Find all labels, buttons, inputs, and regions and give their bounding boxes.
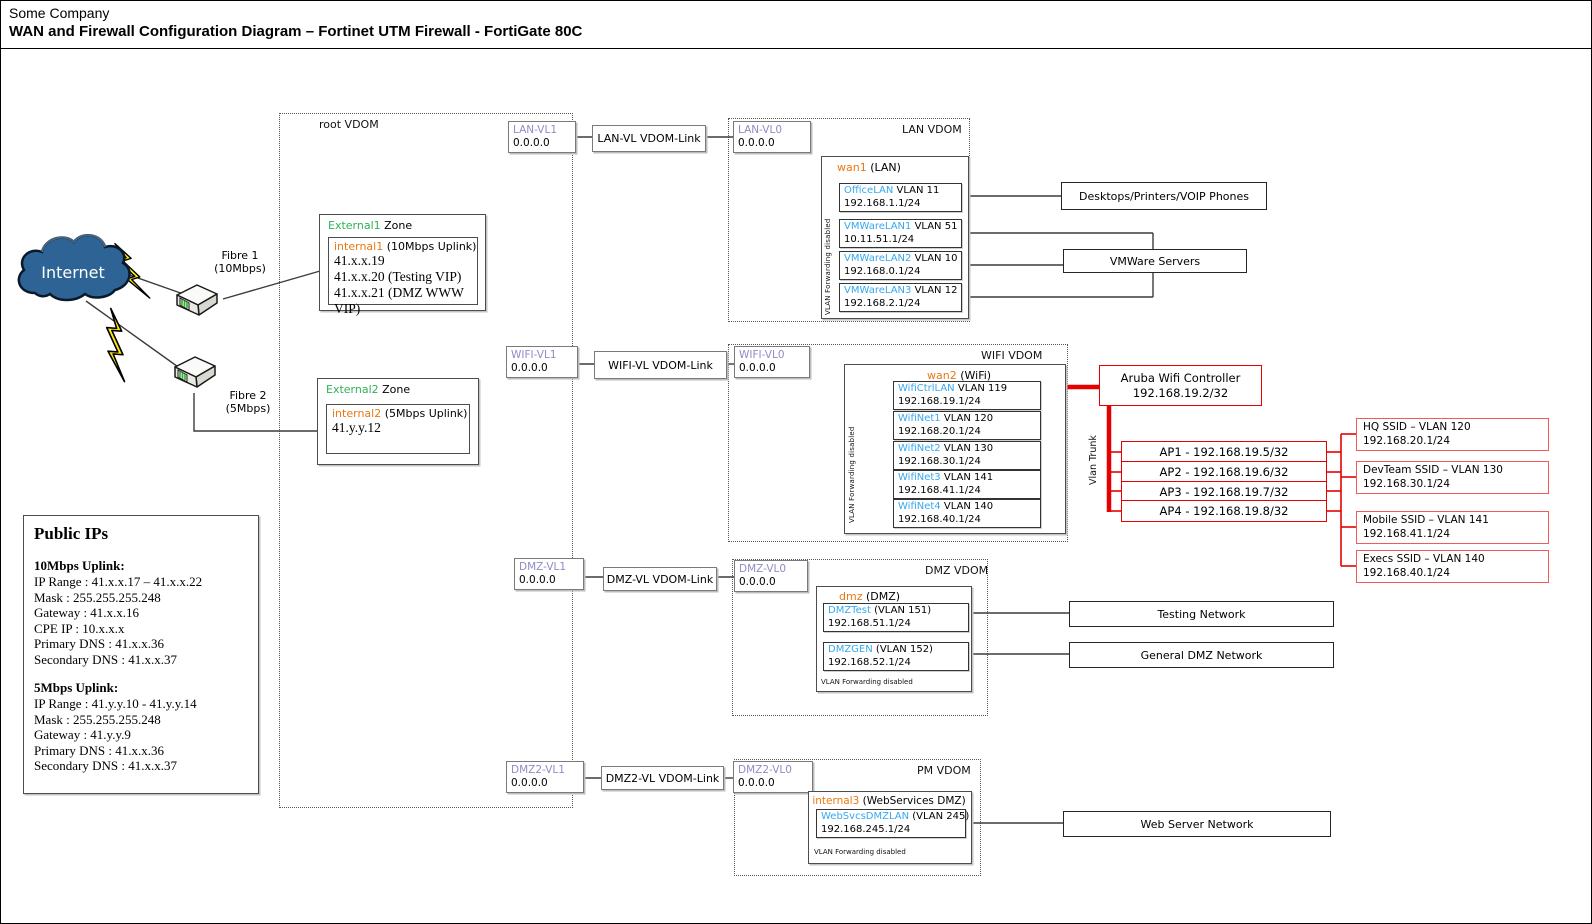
vlan-box-wifinet4: WifiNet4 VLAN 140 192.168.40.1/24 — [893, 499, 1041, 528]
ap3-box: AP3 - 192.168.19.7/32 — [1121, 481, 1327, 502]
internal1-box: internal1 (10Mbps Uplink) 41.x.x.19 41.x… — [328, 237, 478, 316]
ap1-box: AP1 - 192.168.19.5/32 — [1121, 441, 1327, 463]
dmz2-vl0-box: DMZ2-VL0 0.0.0.0 — [733, 761, 813, 793]
internal3-label: internal3 (WebServices DMZ) — [812, 795, 966, 807]
vlan-box-wifinet2: WifiNet2 VLAN 130 192.168.30.1/24 — [893, 441, 1041, 470]
vlan-box-dmztest: DMZTest (VLAN 151) 192.168.51.1/24 — [823, 603, 969, 632]
dmz-vdom-link-box: DMZ-VL VDOM-Link — [603, 567, 717, 591]
dmz-vl0-box: DMZ-VL0 0.0.0.0 — [734, 560, 808, 592]
ssid-box-execs: Execs SSID – VLAN 140 192.168.40.1/24 — [1356, 550, 1549, 583]
web-server-network-box: Web Server Network — [1063, 811, 1331, 837]
lan-vl1-box: LAN-VL1 0.0.0.0 — [508, 121, 576, 153]
lan-vdom-label: LAN VDOM — [902, 123, 962, 136]
ap4-box: AP4 - 192.168.19.8/32 — [1121, 500, 1327, 522]
vlan-box-wifinet3: WifiNet3 VLAN 141 192.168.41.1/24 — [893, 470, 1041, 499]
public-ips-title: Public IPs — [34, 524, 109, 543]
dmz-vl1-box: DMZ-VL1 0.0.0.0 — [514, 558, 584, 590]
vlan-box-wifictrllan: WifiCtrlLAN VLAN 119 192.168.19.1/24 — [893, 381, 1041, 410]
modem-icon — [176, 284, 218, 316]
vlan-trunk-label: Vlan Trunk — [1088, 435, 1099, 485]
internet-cloud-icon: Internet — [17, 234, 131, 302]
aruba-controller-box: Aruba Wifi Controller 192.168.19.2/32 — [1099, 365, 1262, 406]
vlan-box-officelan: OfficeLAN VLAN 11 192.168.1.1/24 — [839, 183, 962, 212]
lan-vl0-box: LAN-VL0 0.0.0.0 — [733, 121, 811, 153]
external1-zone-box: External1 Zone internal1 (10Mbps Uplink)… — [319, 214, 486, 316]
public-ips-panel: Public IPs 10Mbps Uplink: IP Range : 41.… — [23, 515, 259, 794]
internal2-box: internal2 (5Mbps Uplink) 41.y.y.12 — [326, 404, 470, 454]
desktops-network-box: Desktops/Printers/VOIP Phones — [1061, 182, 1267, 210]
wifi-vl0-box: WIFI-VL0 0.0.0.0 — [734, 346, 810, 378]
external2-zone-box: External2 Zone internal2 (5Mbps Uplink) … — [317, 378, 479, 465]
fibre2-label: Fibre 2 (5Mbps) — [225, 389, 271, 415]
lan-vlan-forwarding-note: VLAN Forwarding disabled — [824, 218, 832, 315]
vlan-box-vmwarelan3: VMWareLAN3 VLAN 12 192.168.2.1/24 — [839, 283, 962, 312]
testing-network-box: Testing Network — [1069, 601, 1334, 627]
diagram-canvas: Some Company WAN and Firewall Configurat… — [0, 0, 1592, 924]
dmz-vdom-label: DMZ VDOM — [925, 564, 989, 577]
dmz-vlan-forwarding-note: VLAN Forwarding disabled — [821, 678, 913, 686]
lightning-bolt-icon — [105, 307, 126, 383]
wifi-vlan-forwarding-note: VLAN Forwarding disabled — [848, 426, 856, 523]
ap2-box: AP2 - 192.168.19.6/32 — [1121, 461, 1327, 483]
general-dmz-network-box: General DMZ Network — [1069, 642, 1334, 668]
dmz2-vl1-box: DMZ2-VL1 0.0.0.0 — [506, 761, 584, 793]
vlan-box-vmwarelan2: VMWareLAN2 VLAN 10 192.168.0.1/24 — [839, 251, 962, 280]
pm-vlan-forwarding-note: VLAN Forwarding disabled — [814, 848, 906, 856]
external2-zone-title: External2 Zone — [326, 383, 411, 396]
ssid-box-devteam: DevTeam SSID – VLAN 130 192.168.30.1/24 — [1356, 461, 1549, 494]
fibre1-label: Fibre 1 (10Mbps) — [214, 249, 266, 275]
lan-vdom-link-box: LAN-VL VDOM-Link — [592, 125, 706, 152]
wifi-vdom-label: WIFI VDOM — [981, 349, 1043, 362]
wan1-label: wan1 (LAN) — [837, 161, 901, 174]
vlan-box-wifinet1: WifiNet1 VLAN 120 192.168.20.1/24 — [893, 411, 1041, 440]
vlan-box-websvcsdmzlan: WebSvcsDMZLAN (VLAN 245) 192.168.245.1/2… — [816, 809, 969, 838]
dmz-label: dmz (DMZ) — [839, 590, 901, 603]
ssid-box-mobile: Mobile SSID – VLAN 141 192.168.41.1/24 — [1356, 511, 1549, 544]
wifi-vl1-box: WIFI-VL1 0.0.0.0 — [506, 346, 578, 378]
pm-vdom-label: PM VDOM — [917, 764, 971, 777]
root-vdom-label: root VDOM — [319, 118, 379, 131]
vmware-servers-box: VMWare Servers — [1063, 249, 1247, 273]
dmz2-vdom-link-box: DMZ2-VL VDOM-Link — [601, 766, 724, 790]
vlan-box-vmwarelan1: VMWareLAN1 VLAN 51 10.11.51.1/24 — [839, 219, 962, 248]
internet-label: Internet — [41, 263, 105, 282]
external1-zone-title: External1 Zone — [328, 219, 413, 232]
ssid-box-hq: HQ SSID – VLAN 120 192.168.20.1/24 — [1356, 418, 1549, 451]
wifi-vdom-link-box: WIFI-VL VDOM-Link — [594, 351, 727, 379]
vlan-box-dmzgen: DMZGEN (VLAN 152) 192.168.52.1/24 — [823, 642, 969, 671]
